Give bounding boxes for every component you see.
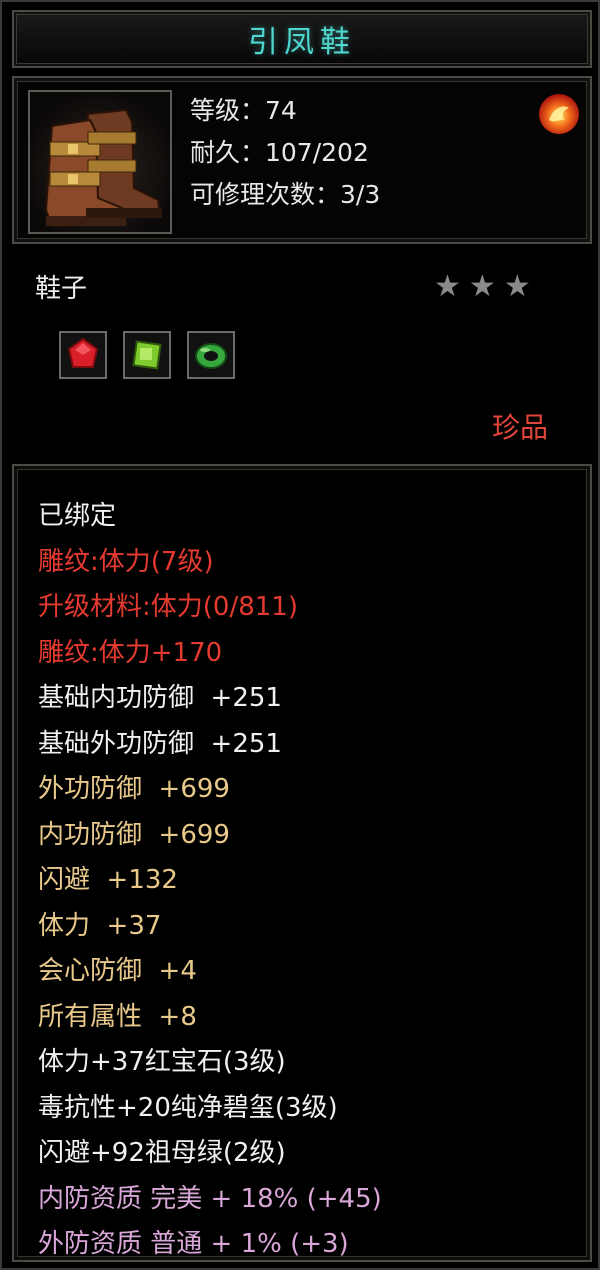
attribute-line: 基础外功防御 +251	[38, 728, 282, 759]
emerald-gem-icon[interactable]	[123, 331, 171, 379]
rarity-label: 珍品	[492, 411, 549, 444]
item-tooltip: 引凤鞋 等级：74 耐久：107/202 可修理次数：3/3 鞋子 ★ ★ ★ …	[0, 0, 600, 1270]
item-type: 鞋子	[35, 274, 88, 304]
repair-count-text: 可修理次数：3/3	[190, 180, 381, 209]
attribute-line: 雕纹:体力+170	[38, 637, 223, 668]
attribute-line: 体力 +37	[38, 910, 162, 941]
attribute-line: 内防资质 完美 + 18% (+45)	[38, 1183, 382, 1214]
star-icon: ★	[434, 269, 461, 304]
fire-element-icon	[535, 90, 583, 138]
title-bar: 引凤鞋	[12, 10, 592, 68]
star-rating: ★ ★ ★	[434, 270, 531, 304]
attribute-line: 体力+37红宝石(3级)	[38, 1047, 286, 1077]
durability-text: 耐久：107/202	[190, 138, 369, 167]
attribute-line: 会心防御 +4	[38, 956, 197, 986]
attribute-line: 雕纹:体力(7级)	[38, 546, 214, 577]
gem-sockets	[59, 331, 235, 379]
ruby-gem-icon[interactable]	[59, 331, 107, 379]
level-text: 等级：74	[190, 96, 297, 125]
attribute-line: 基础内功防御 +251	[38, 683, 282, 713]
jade-ring-gem-icon[interactable]	[187, 331, 235, 379]
attribute-line: 闪避 +132	[38, 865, 178, 895]
attribute-line: 升级材料:体力(0/811)	[38, 592, 298, 622]
attribute-panel: 已绑定 雕纹:体力(7级) 升级材料:体力(0/811) 雕纹:体力+170 基…	[12, 464, 592, 1262]
boots-icon[interactable]	[28, 90, 172, 234]
item-header-panel: 等级：74 耐久：107/202 可修理次数：3/3	[12, 76, 592, 244]
item-stats: 等级：74 耐久：107/202 可修理次数：3/3	[190, 90, 380, 216]
attribute-line: 已绑定	[38, 501, 117, 531]
attribute-line: 外防资质 普通 + 1% (+3)	[38, 1229, 349, 1259]
attribute-line: 毒抗性+20纯净碧玺(3级)	[38, 1092, 338, 1123]
item-name: 引凤鞋	[248, 25, 356, 60]
star-icon: ★	[468, 269, 496, 304]
attribute-list: 已绑定 雕纹:体力(7级) 升级材料:体力(0/811) 雕纹:体力+170 基…	[38, 494, 382, 1268]
attribute-line: 闪避+92祖母绿(2级)	[38, 1138, 286, 1168]
attribute-line: 内功防御 +699	[38, 819, 230, 850]
star-icon: ★	[503, 269, 531, 304]
attribute-line: 所有属性 +8	[38, 1001, 197, 1032]
attribute-line: 外功防御 +699	[38, 774, 230, 804]
